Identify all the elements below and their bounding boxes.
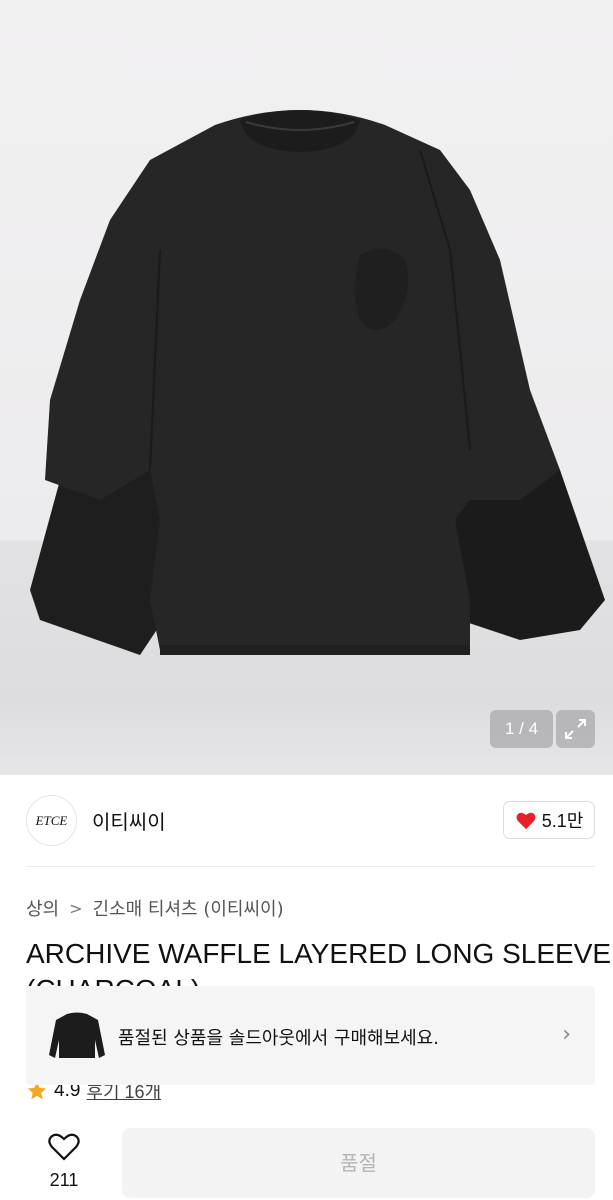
brand-logo-text: ETCE [35, 812, 68, 828]
expand-icon [565, 719, 586, 739]
brand-like-count: 5.1만 [541, 811, 584, 831]
heart-filled-icon [516, 812, 536, 830]
image-counter: 1 / 4 [490, 710, 553, 748]
product-image[interactable]: 1 / 4 [0, 0, 613, 775]
breadcrumb: 상의 > 긴소매 티셔츠 (이티씨이) [26, 895, 284, 921]
wishlist-button[interactable]: 211 [30, 1128, 100, 1198]
expand-button[interactable] [556, 710, 595, 748]
brand-name[interactable]: 이티씨이 [92, 806, 166, 835]
brand-logo[interactable]: ETCE [26, 795, 77, 846]
breadcrumb-item-category[interactable]: 상의 [26, 895, 59, 921]
brand-like-button[interactable]: 5.1만 [503, 801, 595, 839]
soldout-button[interactable]: 품절 [122, 1128, 595, 1198]
divider [26, 866, 595, 867]
wishlist-count: 211 [49, 1170, 79, 1190]
product-photo [30, 110, 605, 655]
soldout-banner[interactable]: 품절된 상품을 솔드아웃에서 구매해보세요. › [26, 986, 595, 1085]
chevron-right-icon: › [562, 1022, 571, 1047]
heart-outline-icon [48, 1133, 80, 1161]
breadcrumb-item-subcategory[interactable]: 긴소매 티셔츠 (이티씨이) [93, 895, 284, 921]
banner-thumbnail [42, 1000, 112, 1070]
soldout-banner-text: 품절된 상품을 솔드아웃에서 구매해보세요. [118, 1028, 439, 1049]
chevron-right-icon: > [69, 898, 83, 918]
